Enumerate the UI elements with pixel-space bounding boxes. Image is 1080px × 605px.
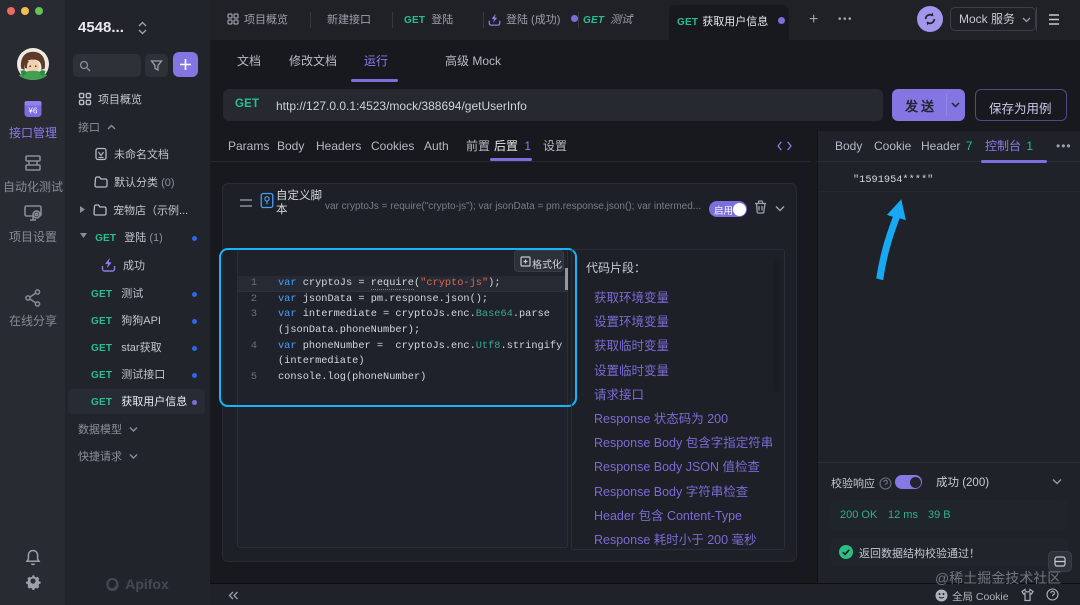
- svg-text:¥6: ¥6: [28, 107, 38, 116]
